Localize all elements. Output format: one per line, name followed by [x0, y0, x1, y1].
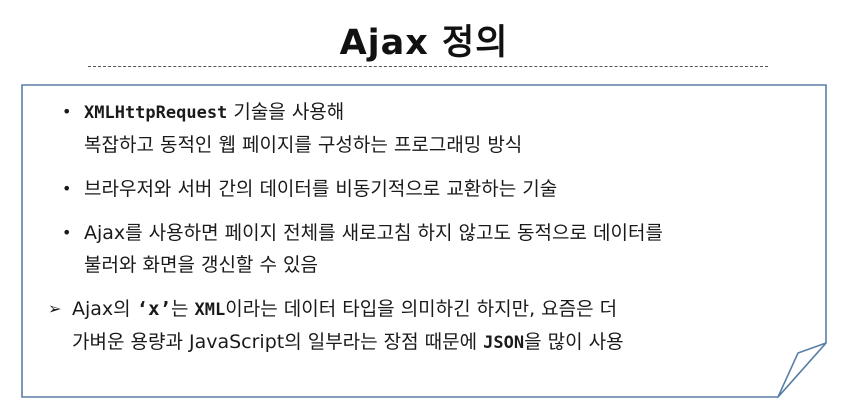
code-term: XML: [194, 300, 226, 320]
quote-x: ‘x’: [136, 298, 172, 320]
item-text: 브라우저와 서버 간의 데이터를 비동기적으로 교환하는 기술: [84, 178, 558, 200]
note-text: 는: [171, 298, 195, 320]
note-text: Ajax의: [72, 298, 137, 320]
note-item: ➢ Ajax의 ‘x’는 XML이라는 데이터 타입을 의미하긴 하지만, 요즘…: [48, 293, 802, 359]
list-item: • Ajax를 사용하면 페이지 전체를 새로고침 하지 않고도 동적으로 데이…: [62, 217, 802, 281]
bullet-icon: •: [62, 179, 72, 198]
item-text: 불러와 화면을 갱신할 수 있음: [84, 254, 318, 276]
code-term: JSON: [483, 333, 525, 353]
bullet-icon: •: [62, 102, 72, 121]
bullet-icon: •: [62, 223, 72, 242]
definition-list: • XMLHttpRequest 기술을 사용해 복잡하고 동적인 웹 페이지를…: [48, 96, 802, 359]
list-item: • XMLHttpRequest 기술을 사용해 복잡하고 동적인 웹 페이지를…: [62, 96, 802, 161]
note-text: 이라는 데이터 타입을 의미하긴 하지만, 요즘은 더: [225, 298, 618, 320]
list-item: • 브라우저와 서버 간의 데이터를 비동기적으로 교환하는 기술: [62, 173, 802, 205]
note-text: 가벼운 용량과 JavaScript의 일부라는 장점 때문에: [72, 331, 484, 353]
item-text: 기술을 사용해: [227, 101, 345, 123]
arrow-bullet-icon: ➢: [48, 299, 62, 318]
item-text: Ajax를 사용하면 페이지 전체를 새로고침 하지 않고도 동적으로 데이터를: [84, 222, 663, 244]
note-text: 을 많이 사용: [524, 331, 624, 353]
code-term: XMLHttpRequest: [84, 103, 228, 123]
item-text: 복잡하고 동적인 웹 페이지를 구성하는 프로그래밍 방식: [84, 134, 523, 156]
